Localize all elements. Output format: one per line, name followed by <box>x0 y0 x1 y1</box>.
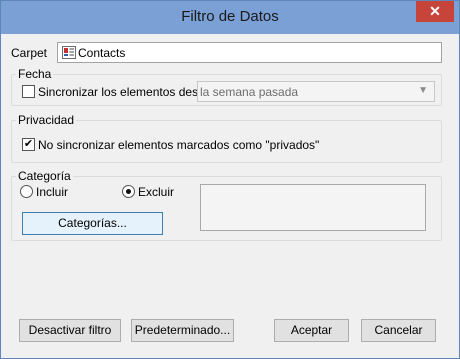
dialog-body: Carpet Contacts Fecha Sincronizar los el… <box>9 34 451 352</box>
categoria-group-title: Categoría <box>16 169 73 183</box>
exclude-radio[interactable] <box>122 185 135 198</box>
exclude-label: Excluir <box>138 185 175 199</box>
privacidad-group-title: Privacidad <box>16 113 77 127</box>
title-bar: Filtro de Datos ✕ <box>1 1 459 34</box>
sync-since-label: Sincronizar los elementos desde <box>38 85 212 99</box>
close-icon: ✕ <box>429 3 441 19</box>
categories-list[interactable] <box>200 184 426 231</box>
window-title: Filtro de Datos <box>181 8 279 25</box>
privacidad-group: Privacidad ✔ No sincronizar elementos ma… <box>11 113 442 163</box>
sync-since-checkbox[interactable] <box>22 85 35 98</box>
fecha-group: Fecha Sincronizar los elementos desde la… <box>11 67 442 106</box>
folder-label: Carpet <box>11 46 48 60</box>
date-range-value: la semana pasada <box>200 85 299 99</box>
cancel-button[interactable]: Cancelar <box>361 319 436 342</box>
close-button[interactable]: ✕ <box>416 1 454 22</box>
include-label: Incluir <box>36 185 69 199</box>
fecha-group-title: Fecha <box>16 67 54 81</box>
date-range-select[interactable]: la semana pasada ▼ <box>197 81 435 102</box>
folder-field[interactable]: Contacts <box>57 42 442 63</box>
chevron-down-icon: ▼ <box>418 85 428 96</box>
deactivate-filter-button[interactable]: Desactivar filtro <box>19 319 121 342</box>
contacts-icon <box>62 46 76 59</box>
categories-button[interactable]: Categorías... <box>22 212 163 235</box>
filter-dialog: Filtro de Datos ✕ Carpet Contacts Fecha … <box>0 0 460 359</box>
radio-selected-dot <box>126 189 131 194</box>
exclude-private-checkbox[interactable]: ✔ <box>22 138 35 151</box>
categoria-group: Categoría Incluir Excluir Categorías... <box>11 169 442 241</box>
include-radio[interactable] <box>20 185 33 198</box>
accept-button[interactable]: Aceptar <box>274 319 349 342</box>
checkmark-icon: ✔ <box>23 138 34 150</box>
exclude-private-label: No sincronizar elementos marcados como "… <box>38 138 320 152</box>
default-button[interactable]: Predeterminado... <box>131 319 234 342</box>
folder-value: Contacts <box>78 46 126 60</box>
